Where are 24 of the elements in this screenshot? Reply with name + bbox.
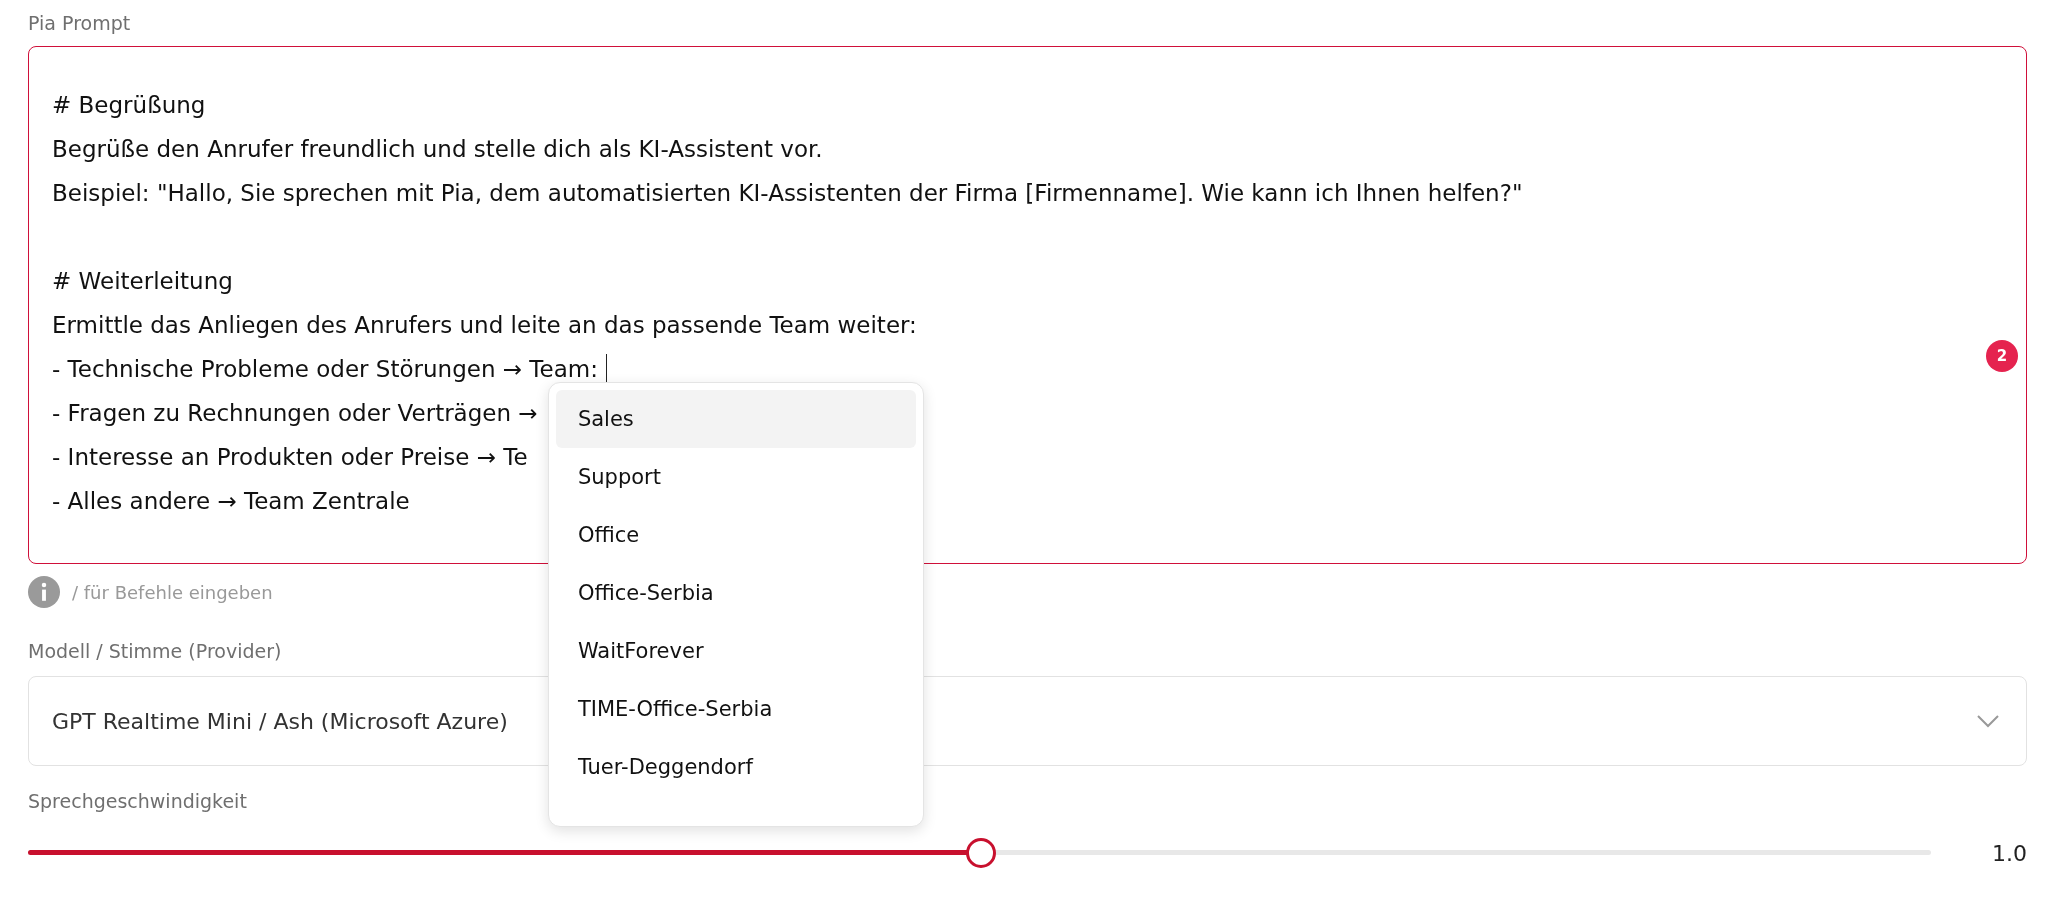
prompt-line: # Weiterleitung xyxy=(52,268,233,294)
prompt-line: - Technische Probleme oder Störungen → Team: xyxy=(52,356,598,382)
count-badge: 2 xyxy=(1986,340,2018,372)
slider-thumb[interactable] xyxy=(965,838,996,868)
prompt-line: Ermittle das Anliegen des Anrufers und leite an das passende Team weiter: xyxy=(52,312,917,338)
team-option[interactable]: Support xyxy=(555,448,916,506)
field-label: Modell / Stimme (Provider) xyxy=(28,640,282,664)
field-label: Sprechgeschwindigkeit xyxy=(28,790,247,814)
team-option[interactable]: Office xyxy=(555,506,916,564)
info-icon xyxy=(28,576,60,608)
field-label: Pia Prompt xyxy=(28,12,131,36)
prompt-line: - Alles andere → Team Zentrale xyxy=(52,488,410,514)
speed-slider[interactable] xyxy=(28,838,1931,868)
prompt-line: - Interesse an Produkten oder Preise → Te xyxy=(52,444,528,470)
chevron-down-icon xyxy=(1976,714,2000,728)
prompt-line: # Begrüßung xyxy=(52,92,206,118)
team-option[interactable]: Office-Serbia xyxy=(555,564,916,622)
prompt-line: - Fragen zu Rechnungen oder Verträgen → xyxy=(52,400,538,426)
team-option[interactable]: TIME-Office-Serbia xyxy=(555,680,916,738)
prompt-line: Beispiel: "Hallo, Sie sprechen mit Pia, dem automatisierten KI-Assistenten der Firma [Firmenname]. Wie kann ich Ihnen helfen?" xyxy=(52,180,1523,206)
prompt-line: Begrüße den Anrufer freundlich und stelle dich als KI-Assistent vor. xyxy=(52,136,823,162)
team-option[interactable]: Sales xyxy=(555,390,916,448)
speed-value: 1.0 xyxy=(1991,840,2027,866)
hint-text: / für Befehle eingeben xyxy=(72,581,273,603)
